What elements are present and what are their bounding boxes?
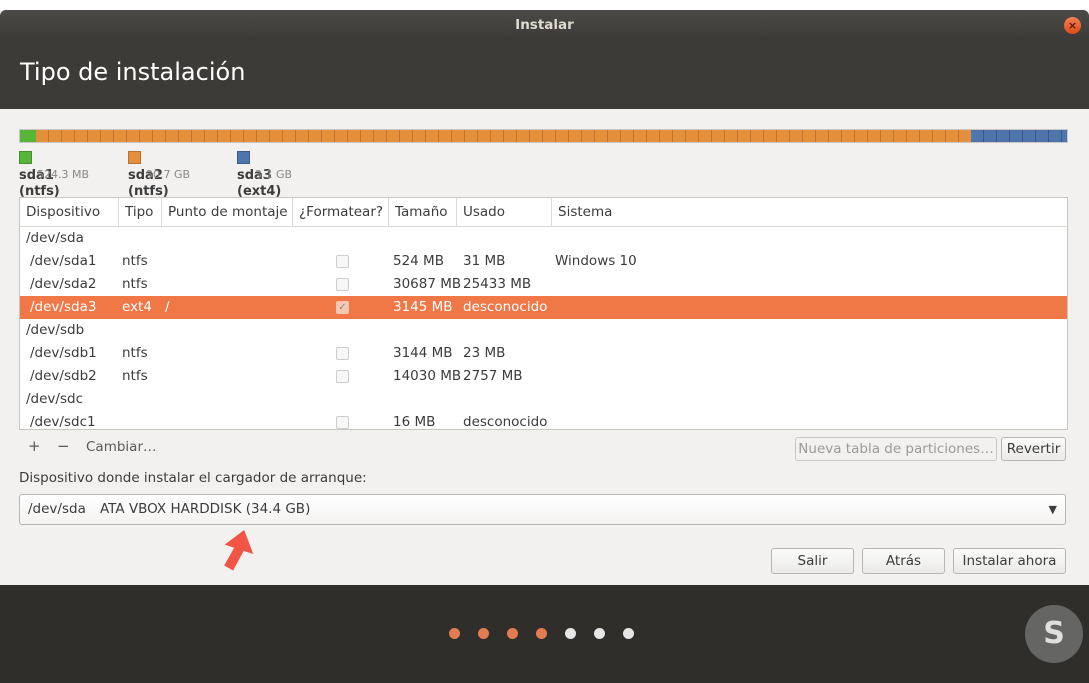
table-body: /dev/sda/dev/sda1 ntfs 524 MB 31 MB Windows … bbox=[20, 227, 1067, 430]
cell-size: 524 MB bbox=[393, 253, 444, 269]
cell-device: /dev/sdb2 bbox=[30, 368, 97, 384]
back-button[interactable]: Atrás bbox=[862, 548, 945, 574]
window-title: Instalar bbox=[515, 17, 574, 33]
partition-usage-bar bbox=[19, 129, 1068, 143]
cell-size: 30687 MB bbox=[393, 276, 462, 292]
cell-device: /dev/sda2 bbox=[30, 276, 97, 292]
cell-size: 14030 MB bbox=[393, 368, 462, 384]
installer-window: Instalar × Tipo de instalación sda1 (ntf… bbox=[0, 10, 1089, 683]
partition-toolbar: + − Cambiar… Nueva tabla de particiones…… bbox=[19, 433, 1066, 463]
format-checkbox[interactable] bbox=[336, 370, 349, 383]
cell-mount: / bbox=[165, 299, 170, 315]
legend-swatch bbox=[128, 151, 141, 164]
table-row[interactable]: /dev/sda bbox=[20, 227, 1067, 250]
format-checkbox[interactable] bbox=[336, 347, 349, 360]
format-checkbox[interactable]: ✓ bbox=[336, 301, 349, 314]
column-header-system[interactable]: Sistema bbox=[552, 198, 1067, 226]
cell-type: ntfs bbox=[122, 276, 148, 292]
title-bar: Instalar × bbox=[0, 10, 1089, 40]
cell-device: /dev/sdc bbox=[26, 391, 83, 407]
cell-used: 25433 MB bbox=[463, 276, 532, 292]
cell-device: /dev/sdb1 bbox=[30, 345, 97, 361]
page-header: Tipo de instalación bbox=[0, 40, 1089, 109]
column-header-size[interactable]: Tamaño bbox=[389, 198, 457, 226]
legend-item-sda3: sda3 (ext4) 3.1 GB bbox=[237, 151, 292, 199]
install-now-button[interactable]: Instalar ahora bbox=[953, 548, 1066, 574]
progress-dot bbox=[594, 628, 605, 639]
table-row[interactable]: /dev/sdb1 ntfs 3144 MB 23 MB bbox=[20, 342, 1067, 365]
bootloader-device: /dev/sda bbox=[28, 501, 86, 517]
column-header-format[interactable]: ¿Formatear? bbox=[293, 198, 389, 226]
format-checkbox[interactable] bbox=[336, 416, 349, 429]
partition-bar-segment-sda2 bbox=[35, 130, 972, 142]
cell-size: 3144 MB bbox=[393, 345, 453, 361]
progress-dot bbox=[507, 628, 518, 639]
cell-type: ntfs bbox=[122, 345, 148, 361]
bootloader-label: Dispositivo donde instalar el cargador d… bbox=[19, 470, 367, 486]
cell-device: /dev/sda3 bbox=[30, 299, 97, 315]
new-partition-table-button[interactable]: Nueva tabla de particiones… bbox=[795, 437, 997, 461]
column-header-used[interactable]: Usado bbox=[457, 198, 552, 226]
page-title: Tipo de instalación bbox=[20, 58, 246, 86]
main-content: sda1 (ntfs) 524.3 MB sda2 (ntfs) 30.7 GB… bbox=[0, 109, 1089, 585]
column-header-type[interactable]: Tipo bbox=[119, 198, 162, 226]
table-row[interactable]: /dev/sdb2 ntfs 14030 MB 2757 MB bbox=[20, 365, 1067, 388]
partition-bar-segment-sda3 bbox=[971, 130, 1067, 142]
cell-device: /dev/sdb bbox=[26, 322, 85, 338]
progress-dot bbox=[565, 628, 576, 639]
progress-dot bbox=[623, 628, 634, 639]
cell-system: Windows 10 bbox=[555, 253, 637, 269]
cell-device: /dev/sda bbox=[26, 230, 84, 246]
progress-dot bbox=[478, 628, 489, 639]
cell-used: 2757 MB bbox=[463, 368, 523, 384]
legend-size: 30.7 GB bbox=[146, 168, 191, 181]
progress-footer: S bbox=[0, 585, 1089, 683]
table-row[interactable]: /dev/sdc bbox=[20, 388, 1067, 411]
watermark-logo: S bbox=[1025, 605, 1083, 663]
close-window-button[interactable]: × bbox=[1064, 17, 1081, 34]
annotation-arrow-icon bbox=[224, 529, 254, 571]
partition-table: Dispositivo Tipo Punto de montaje ¿Forma… bbox=[19, 197, 1068, 430]
cell-type: ntfs bbox=[122, 253, 148, 269]
cell-device: /dev/sdc1 bbox=[30, 414, 96, 430]
legend-size: 524.3 MB bbox=[37, 168, 90, 181]
quit-button[interactable]: Salir bbox=[771, 548, 854, 574]
remove-partition-button[interactable]: − bbox=[57, 437, 70, 455]
legend-item-sda2: sda2 (ntfs) 30.7 GB bbox=[128, 151, 190, 199]
progress-dots bbox=[449, 628, 634, 639]
chevron-down-icon: ▼ bbox=[1048, 503, 1057, 516]
format-checkbox[interactable] bbox=[336, 278, 349, 291]
table-row[interactable]: /dev/sdb bbox=[20, 319, 1067, 342]
revert-button[interactable]: Revertir bbox=[1001, 437, 1066, 461]
cell-type: ext4 bbox=[122, 299, 152, 315]
cell-used: desconocido bbox=[463, 299, 548, 315]
table-header: Dispositivo Tipo Punto de montaje ¿Forma… bbox=[20, 198, 1067, 227]
legend-item-sda1: sda1 (ntfs) 524.3 MB bbox=[19, 151, 89, 199]
table-row[interactable]: /dev/sda3 ext4 / 3145 MB desconocido ✓ bbox=[20, 296, 1067, 319]
column-header-device[interactable]: Dispositivo bbox=[20, 198, 119, 226]
progress-dot bbox=[536, 628, 547, 639]
cell-device: /dev/sda1 bbox=[30, 253, 97, 269]
cell-type: ntfs bbox=[122, 368, 148, 384]
legend-size: 3.1 GB bbox=[255, 168, 293, 181]
progress-dot bbox=[449, 628, 460, 639]
change-partition-button[interactable]: Cambiar… bbox=[86, 439, 157, 455]
legend-swatch bbox=[237, 151, 250, 164]
cell-used: 31 MB bbox=[463, 253, 506, 269]
bootloader-device-description: ATA VBOX HARDDISK (34.4 GB) bbox=[100, 501, 311, 517]
bootloader-device-select[interactable]: /dev/sda ATA VBOX HARDDISK (34.4 GB) ▼ bbox=[19, 494, 1066, 525]
cell-used: desconocido bbox=[463, 414, 548, 430]
table-row[interactable]: /dev/sda1 ntfs 524 MB 31 MB Windows 10 bbox=[20, 250, 1067, 273]
table-row[interactable]: /dev/sdc1 16 MB desconocido bbox=[20, 411, 1067, 430]
cell-size: 16 MB bbox=[393, 414, 436, 430]
column-header-mount[interactable]: Punto de montaje bbox=[162, 198, 293, 226]
format-checkbox[interactable] bbox=[336, 255, 349, 268]
partition-bar-segment-sda1 bbox=[20, 130, 36, 142]
legend-swatch bbox=[19, 151, 32, 164]
cell-size: 3145 MB bbox=[393, 299, 453, 315]
add-partition-button[interactable]: + bbox=[28, 437, 41, 455]
cell-used: 23 MB bbox=[463, 345, 506, 361]
table-row[interactable]: /dev/sda2 ntfs 30687 MB 25433 MB bbox=[20, 273, 1067, 296]
